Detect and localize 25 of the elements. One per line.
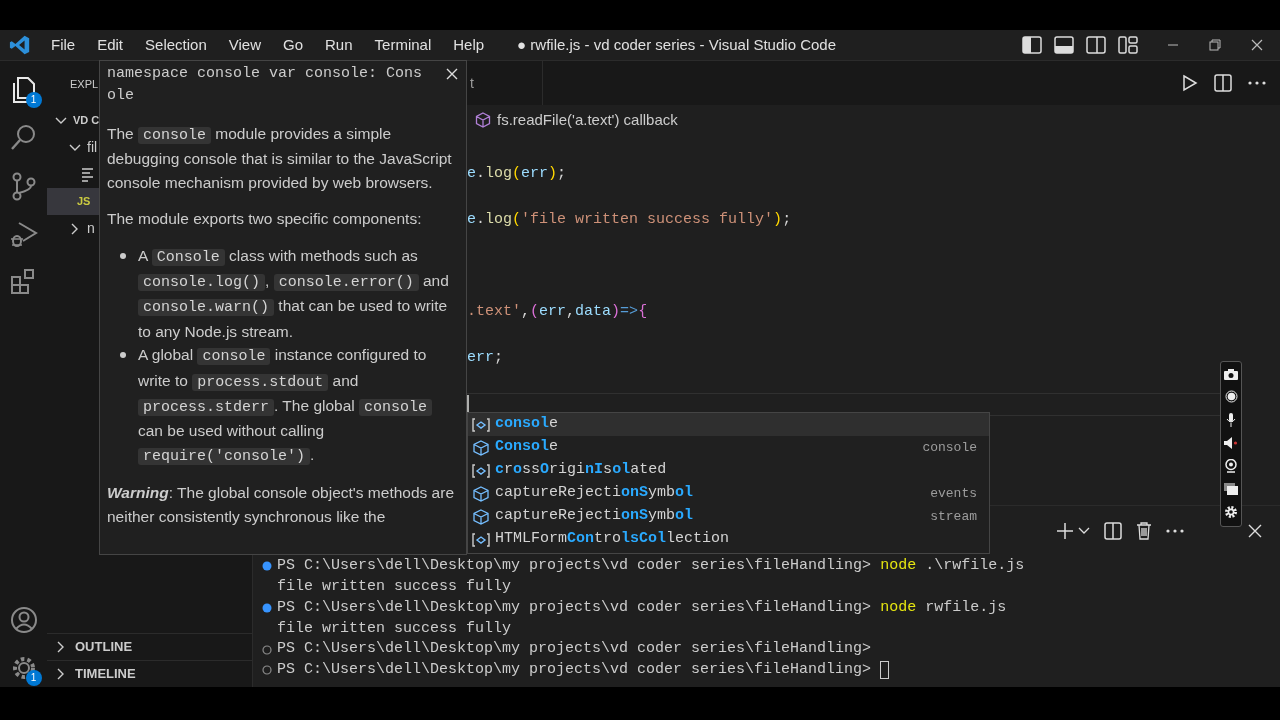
suggestion-detail: stream xyxy=(930,507,977,526)
suggestion-detail: console xyxy=(922,438,977,457)
suggestion-detail: events xyxy=(930,484,977,503)
code-line: e.log('file written success fully'); xyxy=(467,210,792,231)
code-line: .text',(err,data)=>{ xyxy=(467,302,648,323)
js-file-icon: JS xyxy=(77,193,91,210)
code-line: err; xyxy=(467,348,504,369)
doc-paragraph: Warning: The global console object's methods are neither consistently synchronous like the xyxy=(107,483,455,527)
terminal-line: PS C:\Users\dell\Desktop\my projects\vd coder series\fileHandling> xyxy=(277,660,872,681)
doc-list-item: A Console class with methods such as console.log() , console.error() and console.warn() that can be used to write to any Node.js stream. xyxy=(138,245,450,342)
signature-text: ole xyxy=(107,86,135,106)
terminal-line: PS C:\Users\dell\Desktop\my projects\vd coder series\fileHandling> node .\rwfile.js xyxy=(277,556,1025,577)
terminal-line: PS C:\Users\dell\Desktop\my projects\vd coder series\fileHandling> xyxy=(277,639,872,660)
window-title: ● rwfile.js - vd coder series - Visual Studio Code xyxy=(517,34,836,55)
terminal-line: file written success fully xyxy=(277,618,512,639)
doc-paragraph: The module exports two specific components: xyxy=(107,209,423,230)
doc-list-item: A global console instance configured to write to process.stdout and process.stderr . The global console can be used without calling require('console') . xyxy=(138,343,460,469)
signature-text: namespace console var console: Cons xyxy=(107,64,423,84)
terminal-line: file written success fully xyxy=(277,576,512,597)
doc-paragraph: The console module provides a simple debugging console that is similar to the JavaScript console mechanism provided by web browsers. xyxy=(107,124,453,193)
sidebar-title: EXPL xyxy=(70,76,99,92)
notification-badge: 1 xyxy=(25,670,42,686)
terminal-line: PS C:\Users\dell\Desktop\my projects\vd coder series\fileHandling> node rwfile.js xyxy=(277,597,1007,618)
notification-badge: 1 xyxy=(25,92,42,108)
code-line: e.log(err); xyxy=(467,164,567,185)
